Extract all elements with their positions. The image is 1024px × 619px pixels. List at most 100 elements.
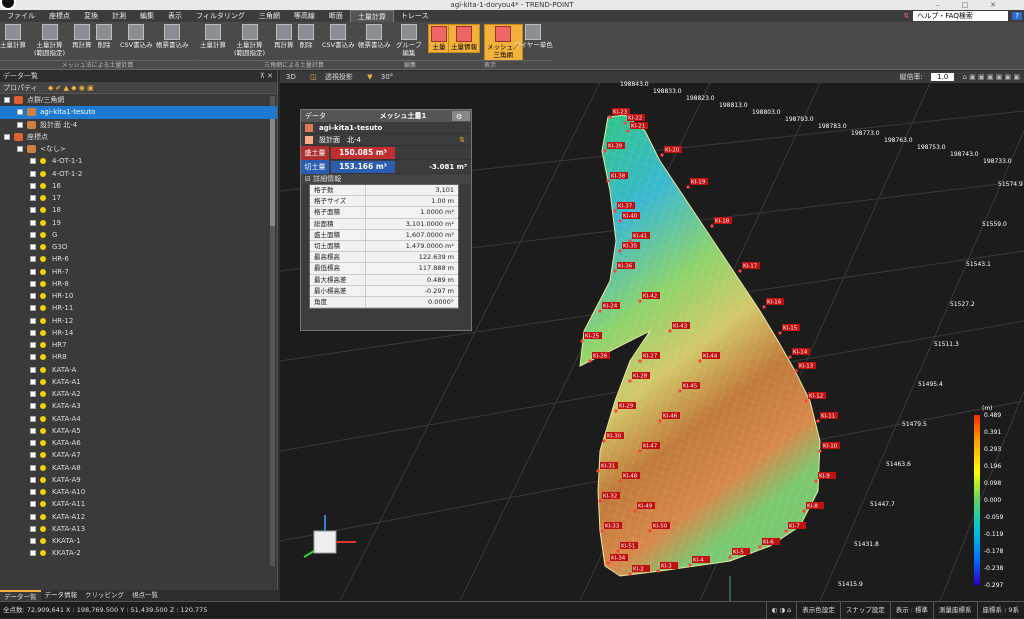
survey-point[interactable]	[600, 529, 604, 533]
checkbox[interactable]	[30, 391, 36, 397]
checkbox[interactable]	[30, 525, 36, 532]
survey-point[interactable]	[618, 249, 622, 253]
survey-coord-button[interactable]: 測量座標系	[933, 602, 977, 619]
tree-item[interactable]: HR-12	[0, 315, 277, 327]
tree-item[interactable]: KATA-A11	[0, 498, 277, 510]
survey-point[interactable]	[728, 555, 732, 559]
tree-item[interactable]: G3O	[0, 241, 277, 253]
tree-item[interactable]: KATA-A7	[0, 449, 277, 461]
survey-point[interactable]	[633, 509, 637, 513]
checkbox[interactable]	[30, 366, 36, 373]
tree-item[interactable]: KATA-A2	[0, 388, 277, 400]
survey-point[interactable]	[784, 529, 788, 533]
tree-item[interactable]: HR-14	[0, 327, 277, 339]
menu-item[interactable]: 断面	[322, 10, 350, 22]
survey-point[interactable]	[816, 419, 820, 423]
settings-icon[interactable]: ⚙	[452, 111, 470, 121]
help-search-field[interactable]: ヘルプ・FAQ検索	[913, 11, 1009, 21]
checkbox[interactable]	[30, 476, 36, 483]
tree-item[interactable]: HR-11	[0, 302, 277, 314]
survey-point[interactable]	[596, 469, 600, 473]
ribbon-button[interactable]: グループ 編集	[396, 24, 422, 57]
checkbox[interactable]	[30, 231, 36, 238]
survey-point[interactable]	[606, 179, 610, 183]
ribbon-button[interactable]: 土量計算 (範囲指定)	[34, 24, 65, 57]
ribbon-button[interactable]: 土量計算 (範囲指定)	[234, 24, 265, 57]
survey-point[interactable]	[628, 239, 632, 243]
menu-item[interactable]: 等高線	[287, 10, 322, 22]
coord-system-button[interactable]: 座標系 : 9系	[976, 602, 1024, 619]
survey-point[interactable]	[602, 439, 606, 443]
checkbox[interactable]	[30, 170, 36, 177]
survey-point[interactable]	[788, 355, 792, 359]
menu-item[interactable]: 編集	[133, 10, 161, 22]
toolbar-icons[interactable]: ◆ ✔ ▲ ◆ ◉ ▣	[48, 84, 94, 92]
survey-point[interactable]	[710, 224, 714, 228]
ribbon-button[interactable]: 土量計算	[0, 24, 26, 49]
tree-item[interactable]: 18	[0, 204, 277, 216]
projection-button[interactable]: ◫ 透視投影	[304, 73, 353, 81]
tree-item[interactable]: KATA-A3	[0, 400, 277, 412]
app-logo-icon[interactable]	[0, 0, 16, 10]
survey-point[interactable]	[802, 509, 806, 513]
survey-point[interactable]	[616, 549, 620, 553]
ribbon-button[interactable]: 削除	[298, 24, 314, 49]
survey-point[interactable]	[628, 572, 632, 576]
tree-item[interactable]: 座標点	[0, 131, 277, 143]
detail-header[interactable]: ⊟ 詳細情報	[301, 174, 471, 184]
tree-item[interactable]: HR7	[0, 339, 277, 351]
checkbox[interactable]	[30, 182, 36, 189]
tree-item[interactable]: 点群/三角網	[0, 94, 277, 106]
survey-point[interactable]	[656, 569, 660, 573]
checkbox[interactable]	[30, 415, 36, 422]
survey-point[interactable]	[738, 269, 742, 273]
panel-tab[interactable]: データ情報	[41, 590, 82, 601]
survey-point[interactable]	[638, 449, 642, 453]
checkbox[interactable]	[17, 146, 23, 152]
ribbon-button[interactable]: 再計算	[274, 24, 294, 49]
checkbox[interactable]	[30, 305, 36, 312]
tree-item[interactable]: G	[0, 229, 277, 241]
menu-item[interactable]: ファイル	[0, 10, 42, 22]
ribbon-button[interactable]: 帳票書込み	[156, 24, 189, 49]
checkbox[interactable]	[30, 354, 36, 361]
tree-item[interactable]: KATA-A4	[0, 413, 277, 425]
tree-item[interactable]: HR-7	[0, 266, 277, 278]
tree-item[interactable]: 設計面 北-4	[0, 119, 277, 131]
user-icon[interactable]: ⇅	[903, 12, 909, 20]
question-icon[interactable]: ?	[1012, 12, 1022, 20]
survey-point[interactable]	[606, 561, 610, 565]
swap-icon[interactable]: ⇅	[459, 134, 465, 146]
survey-point[interactable]	[613, 209, 617, 213]
checkbox[interactable]	[30, 219, 36, 226]
survey-point[interactable]	[638, 359, 642, 363]
survey-point[interactable]	[618, 219, 622, 223]
checkbox[interactable]	[30, 293, 36, 299]
checkbox[interactable]	[4, 133, 10, 140]
survey-point[interactable]	[613, 269, 617, 273]
tree-item[interactable]: <なし>	[0, 143, 277, 155]
menu-item[interactable]: 三角網	[252, 10, 287, 22]
panel-tab[interactable]: クリッピング	[81, 590, 128, 601]
tree-item[interactable]: KATA-A5	[0, 425, 277, 437]
tree-item[interactable]: KATA-A1	[0, 376, 277, 388]
checkbox[interactable]	[30, 550, 36, 557]
survey-point[interactable]	[598, 309, 602, 313]
checkbox[interactable]	[30, 329, 36, 336]
tree-item[interactable]: KATA-A12	[0, 511, 277, 523]
tree-item[interactable]: KATA-A6	[0, 437, 277, 449]
tree-item[interactable]: KATA-A9	[0, 474, 277, 486]
display-button[interactable]: 表示 : 標準	[889, 602, 933, 619]
tree-item[interactable]: KATA-A13	[0, 523, 277, 535]
snap-button[interactable]: スナップ設定	[839, 602, 890, 619]
ribbon-button[interactable]: 削除	[96, 24, 112, 49]
view-icons[interactable]: ⌂ ▣ ▣ ▣ ▣ ▣ ▣	[963, 73, 1020, 81]
tree-item[interactable]: KATA-A10	[0, 486, 277, 498]
panel-tab[interactable]: データ一覧	[0, 590, 41, 601]
checkbox[interactable]	[30, 403, 36, 410]
ribbon-button[interactable]: 土量計算	[200, 24, 226, 49]
survey-point[interactable]	[668, 329, 672, 333]
checkbox[interactable]	[30, 538, 36, 544]
checkbox[interactable]	[30, 489, 36, 495]
survey-point[interactable]	[608, 115, 612, 119]
